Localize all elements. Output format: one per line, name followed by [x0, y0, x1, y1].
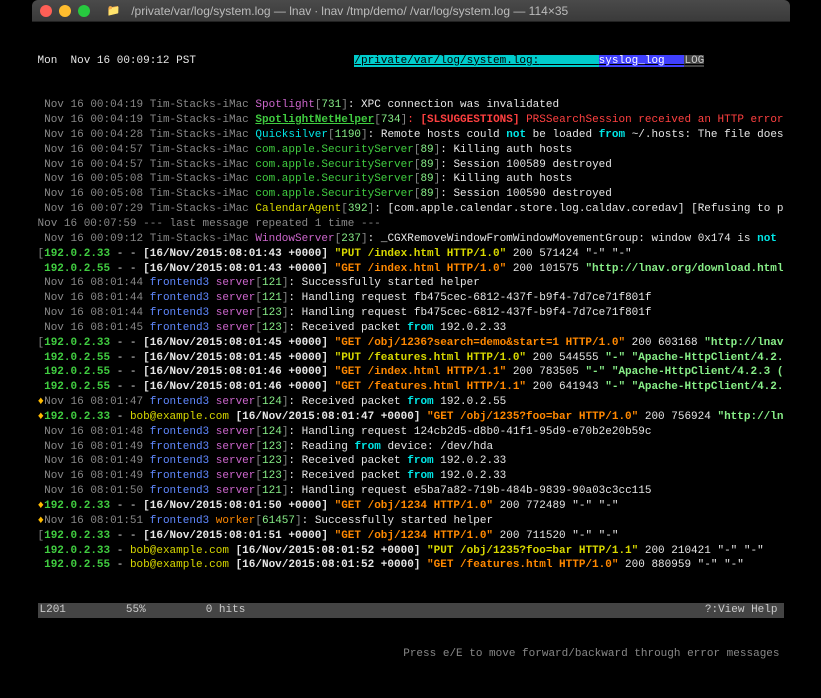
log-line[interactable]: 192.0.2.55 - bob@example.com [16/Nov/201… [38, 558, 784, 573]
log-line[interactable]: ♦192.0.2.33 - bob@example.com [16/Nov/20… [38, 410, 784, 425]
log-line[interactable]: ♦Nov 16 08:01:51 frontend3 worker[61457]… [38, 514, 784, 529]
minimize-icon[interactable] [59, 5, 71, 17]
hint-bar: Press e/E to move forward/backward throu… [38, 647, 784, 662]
terminal-window: 📁 /private/var/log/system.log — lnav ∙ l… [32, 0, 790, 698]
status-percent: 55% [126, 603, 146, 618]
header-row: Mon Nov 16 00:09:12 PST /private/var/log… [38, 54, 784, 69]
log-content: Nov 16 00:04:19 Tim-Stacks-iMac Spotligh… [38, 98, 784, 573]
terminal-body[interactable]: Mon Nov 16 00:09:12 PST /private/var/log… [32, 22, 790, 698]
log-line[interactable]: Nov 16 00:04:57 Tim-Stacks-iMac com.appl… [38, 143, 784, 158]
window-title: /private/var/log/system.log — lnav ∙ lna… [131, 4, 568, 18]
log-line[interactable]: Nov 16 00:04:57 Tim-Stacks-iMac com.appl… [38, 158, 784, 173]
log-line[interactable]: Nov 16 08:01:44 frontend3 server[121]: H… [38, 291, 784, 306]
log-line[interactable]: Nov 16 08:01:44 frontend3 server[121]: S… [38, 276, 784, 291]
log-line[interactable]: Nov 16 08:01:49 frontend3 server[123]: R… [38, 469, 784, 484]
titlebar[interactable]: 📁 /private/var/log/system.log — lnav ∙ l… [32, 0, 790, 22]
log-line[interactable]: Nov 16 08:01:48 frontend3 server[124]: H… [38, 425, 784, 440]
status-help: ?:View Help [705, 603, 778, 618]
log-line[interactable]: [192.0.2.33 - - [16/Nov/2015:08:01:51 +0… [38, 529, 784, 544]
log-line[interactable]: [192.0.2.33 - - [16/Nov/2015:08:01:45 +0… [38, 336, 784, 351]
log-line[interactable]: ♦Nov 16 08:01:47 frontend3 server[124]: … [38, 395, 784, 410]
log-line[interactable]: Nov 16 08:01:45 frontend3 server[123]: R… [38, 321, 784, 336]
log-line[interactable]: Nov 16 00:07:59 --- last message repeate… [38, 217, 784, 232]
log-line[interactable]: Nov 16 00:09:12 Tim-Stacks-iMac WindowSe… [38, 232, 784, 247]
log-line[interactable]: 192.0.2.55 - - [16/Nov/2015:08:01:45 +00… [38, 351, 784, 366]
header-format: syslog_log [599, 55, 665, 67]
log-line[interactable]: ♦192.0.2.33 - - [16/Nov/2015:08:01:50 +0… [38, 499, 784, 514]
log-line[interactable]: Nov 16 08:01:44 frontend3 server[123]: H… [38, 306, 784, 321]
log-line[interactable]: Nov 16 00:05:08 Tim-Stacks-iMac com.appl… [38, 172, 784, 187]
log-line[interactable]: Nov 16 08:01:50 frontend3 server[121]: H… [38, 484, 784, 499]
maximize-icon[interactable] [78, 5, 90, 17]
header-mode: LOG [684, 55, 704, 67]
log-line[interactable]: Nov 16 00:04:19 Tim-Stacks-iMac Spotligh… [38, 98, 784, 113]
folder-icon: 📁 [107, 4, 121, 18]
status-line: L201 [40, 603, 66, 618]
log-line[interactable]: Nov 16 00:05:08 Tim-Stacks-iMac com.appl… [38, 187, 784, 202]
status-bar: L201 55% 0 hits ?:View Help [38, 603, 784, 618]
log-line[interactable]: Nov 16 08:01:49 frontend3 server[123]: R… [38, 440, 784, 455]
log-line[interactable]: Nov 16 00:04:19 Tim-Stacks-iMac Spotligh… [38, 113, 784, 128]
log-line[interactable]: 192.0.2.33 - bob@example.com [16/Nov/201… [38, 544, 784, 559]
log-line[interactable]: Nov 16 08:01:49 frontend3 server[123]: R… [38, 454, 784, 469]
log-line[interactable]: 192.0.2.55 - - [16/Nov/2015:08:01:43 +00… [38, 262, 784, 277]
log-line[interactable]: Nov 16 00:04:28 Tim-Stacks-iMac Quicksil… [38, 128, 784, 143]
header-timestamp: Mon Nov 16 00:09:12 PST [38, 55, 196, 67]
log-line[interactable]: [192.0.2.33 - - [16/Nov/2015:08:01:43 +0… [38, 247, 784, 262]
log-line[interactable]: 192.0.2.55 - - [16/Nov/2015:08:01:46 +00… [38, 380, 784, 395]
header-file: /private/var/log/system.log: [354, 55, 539, 67]
log-line[interactable]: Nov 16 00:07:29 Tim-Stacks-iMac Calendar… [38, 202, 784, 217]
close-icon[interactable] [40, 5, 52, 17]
status-hits: 0 hits [206, 603, 246, 618]
log-line[interactable]: 192.0.2.55 - - [16/Nov/2015:08:01:46 +00… [38, 365, 784, 380]
